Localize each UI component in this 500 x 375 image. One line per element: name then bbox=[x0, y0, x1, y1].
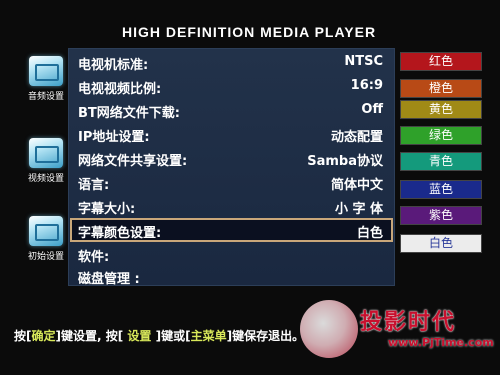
menu-row-ip-address[interactable]: IP地址设置: 动态配置 bbox=[70, 122, 393, 146]
menu-row-label: 电视视频比例: bbox=[78, 82, 162, 97]
audio-folder-icon bbox=[29, 56, 63, 86]
sidebar-item-initial-settings[interactable]: 初始设置 bbox=[20, 216, 72, 262]
settings-folder-icon bbox=[29, 216, 63, 246]
sidebar-item-video-settings[interactable]: 视频设置 bbox=[20, 138, 72, 184]
menu-row-value: Samba协议 bbox=[307, 154, 383, 169]
menu-row-label: BT网络文件下载: bbox=[78, 106, 180, 121]
settings-menu: 电视机标准: NTSC 电视视频比例: 16:9 BT网络文件下载: Off I… bbox=[68, 48, 395, 288]
color-option[interactable]: 黄色 bbox=[400, 100, 482, 119]
hint-key-confirm: 确定 bbox=[31, 329, 56, 343]
menu-row-label: 语言: bbox=[78, 178, 110, 193]
hint-text: 按[ bbox=[14, 329, 32, 343]
menu-row-label: IP地址设置: bbox=[78, 130, 150, 145]
color-option[interactable]: 橙色 bbox=[400, 79, 482, 98]
menu-row-file-sharing[interactable]: 网络文件共享设置: Samba协议 bbox=[70, 146, 393, 170]
hint-key-setup: 设置 bbox=[123, 329, 156, 343]
menu-row-language[interactable]: 语言: 简体中文 bbox=[70, 170, 393, 194]
page-title: HIGH DEFINITION MEDIA PLAYER bbox=[122, 24, 377, 40]
color-option[interactable]: 红色 bbox=[400, 52, 482, 71]
hint-text: ]键或[ bbox=[155, 329, 191, 343]
key-hint: 按[确定]键设置, 按[ 设置 ]键或[主菜单]键保存退出。 bbox=[14, 327, 304, 344]
color-option[interactable]: 紫色 bbox=[400, 206, 482, 225]
menu-row-value: 小 字 体 bbox=[334, 202, 383, 217]
watermark-logo-icon bbox=[300, 300, 358, 358]
watermark: 投影时代 www.PjTime.com bbox=[300, 300, 496, 360]
menu-row-value: NTSC bbox=[344, 54, 383, 69]
sidebar-item-audio-settings[interactable]: 音频设置 bbox=[20, 56, 72, 102]
hint-text: ]键保存退出。 bbox=[226, 329, 305, 343]
video-folder-icon bbox=[29, 138, 63, 168]
watermark-url: www.PjTime.com bbox=[388, 336, 494, 349]
menu-row-value: 简体中文 bbox=[330, 178, 383, 193]
menu-row-label: 电视机标准: bbox=[78, 58, 149, 73]
menu-row-value: Off bbox=[361, 102, 383, 117]
menu-row-tv-standard[interactable]: 电视机标准: NTSC bbox=[70, 50, 393, 74]
menu-row-disk-management[interactable]: 磁盘管理 : bbox=[70, 264, 393, 288]
color-option[interactable]: 白色 bbox=[400, 234, 482, 253]
menu-row-label: 网络文件共享设置: bbox=[78, 154, 188, 169]
menu-row-value: 动态配置 bbox=[330, 130, 383, 145]
menu-row-bt-download[interactable]: BT网络文件下载: Off bbox=[70, 98, 393, 122]
color-option[interactable]: 青色 bbox=[400, 152, 482, 171]
hint-key-main-menu: 主菜单 bbox=[190, 329, 227, 343]
menu-row-label: 磁盘管理 : bbox=[78, 272, 140, 287]
menu-row-label: 软件: bbox=[78, 250, 110, 265]
menu-row-value: 白色 bbox=[356, 226, 383, 241]
color-option[interactable]: 蓝色 bbox=[400, 180, 482, 199]
menu-row-software[interactable]: 软件: bbox=[70, 242, 393, 266]
menu-row-label: 字幕大小: bbox=[78, 202, 136, 217]
sidebar-item-label: 音频设置 bbox=[27, 92, 64, 102]
menu-row-aspect-ratio[interactable]: 电视视频比例: 16:9 bbox=[70, 74, 393, 98]
hint-text: ]键设置, 按[ bbox=[55, 329, 124, 343]
menu-row-value: 16:9 bbox=[350, 78, 383, 93]
watermark-text: 投影时代 bbox=[360, 310, 457, 335]
menu-row-label: 字幕颜色设置: bbox=[78, 226, 162, 241]
menu-row-subtitle-size[interactable]: 字幕大小: 小 字 体 bbox=[70, 194, 393, 218]
sidebar-item-label: 视频设置 bbox=[27, 174, 64, 184]
sidebar-item-label: 初始设置 bbox=[27, 252, 64, 262]
color-option[interactable]: 绿色 bbox=[400, 126, 482, 145]
menu-row-subtitle-color[interactable]: 字幕颜色设置: 白色 bbox=[70, 218, 393, 242]
